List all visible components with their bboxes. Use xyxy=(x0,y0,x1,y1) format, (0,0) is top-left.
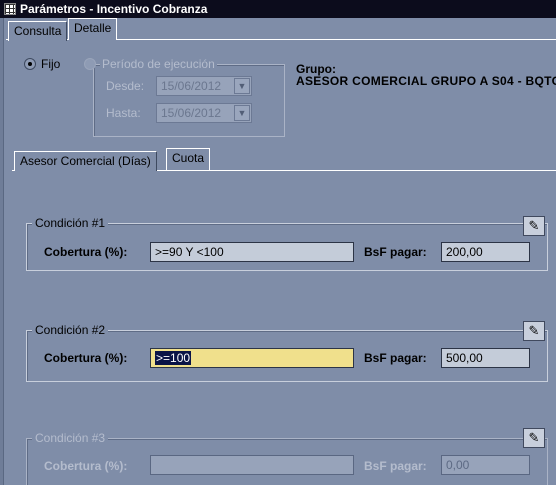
periodo-label: Período de ejecución xyxy=(100,57,217,71)
condicion-1-cobertura-label: Cobertura (%): xyxy=(44,245,128,259)
tab-cuota[interactable]: Cuota xyxy=(166,148,211,170)
condicion-1-pagar-value: 200,00 xyxy=(446,245,483,259)
condicion-2-cobertura-label: Cobertura (%): xyxy=(44,351,128,365)
edit-pencil-icon[interactable]: ✎ xyxy=(523,216,545,236)
condicion-3-pagar-input[interactable]: 0,00 xyxy=(441,455,530,475)
tab-detalle-label: Detalle xyxy=(74,21,112,35)
edit-pencil-icon[interactable]: ✎ xyxy=(523,321,545,341)
condicion-3-pagar-value: 0,00 xyxy=(446,458,470,472)
hasta-label: Hasta: xyxy=(106,106,141,120)
periodo-groupbox xyxy=(93,64,285,137)
window-border xyxy=(0,18,4,485)
tab-detalle[interactable]: Detalle xyxy=(68,18,118,40)
tab-asesor-comercial-label: Asesor Comercial (Días) xyxy=(20,154,151,168)
hasta-value: 15/06/2012 xyxy=(161,106,222,120)
condicion-2-cobertura-input[interactable]: >=100 xyxy=(150,348,354,368)
chevron-down-icon[interactable]: ▼ xyxy=(234,78,250,94)
condicion-1-cobertura-input[interactable]: >=90 Y <100 xyxy=(150,242,354,262)
condicion-2-pagar-label: BsF pagar: xyxy=(364,351,427,365)
chevron-down-icon[interactable]: ▼ xyxy=(234,105,250,121)
desde-value: 15/06/2012 xyxy=(161,79,222,93)
tab-consulta-label: Consulta xyxy=(14,24,62,38)
condicion-3-title: Condición #3 xyxy=(32,431,109,445)
periodo-radio[interactable] xyxy=(84,58,96,70)
tab-cuota-label: Cuota xyxy=(172,151,205,165)
tab-consulta[interactable]: Consulta xyxy=(8,21,68,41)
grid-icon xyxy=(4,3,16,15)
fijo-label: Fijo xyxy=(41,57,61,71)
condicion-2-pagar-value: 500,00 xyxy=(446,351,483,365)
radio-selected-dot xyxy=(28,62,32,66)
condicion-1-pagar-input[interactable]: 200,00 xyxy=(441,242,530,262)
grupo-value: ASESOR COMERCIAL GRUPO A S04 - BQTO xyxy=(296,74,556,88)
condicion-3-cobertura-label: Cobertura (%): xyxy=(44,459,128,473)
condicion-2-title: Condición #2 xyxy=(32,323,109,337)
condicion-3-cobertura-input[interactable] xyxy=(150,455,354,475)
condicion-3-pagar-label: BsF pagar: xyxy=(364,459,427,473)
condicion-1-title: Condición #1 xyxy=(32,216,109,230)
title-bar: Parámetros - Incentivo Cobranza xyxy=(0,0,556,18)
window-title: Parámetros - Incentivo Cobranza xyxy=(20,2,208,16)
edit-pencil-icon[interactable]: ✎ xyxy=(523,428,545,448)
condicion-1-pagar-label: BsF pagar: xyxy=(364,245,427,259)
condicion-1-cobertura-value: >=90 Y <100 xyxy=(155,245,224,259)
fijo-radio[interactable] xyxy=(24,58,36,70)
tab-asesor-comercial[interactable]: Asesor Comercial (Días) xyxy=(14,151,157,171)
condicion-2-pagar-input[interactable]: 500,00 xyxy=(441,348,530,368)
desde-label: Desde: xyxy=(106,79,145,93)
condicion-2-cobertura-value: >=100 xyxy=(155,351,192,365)
